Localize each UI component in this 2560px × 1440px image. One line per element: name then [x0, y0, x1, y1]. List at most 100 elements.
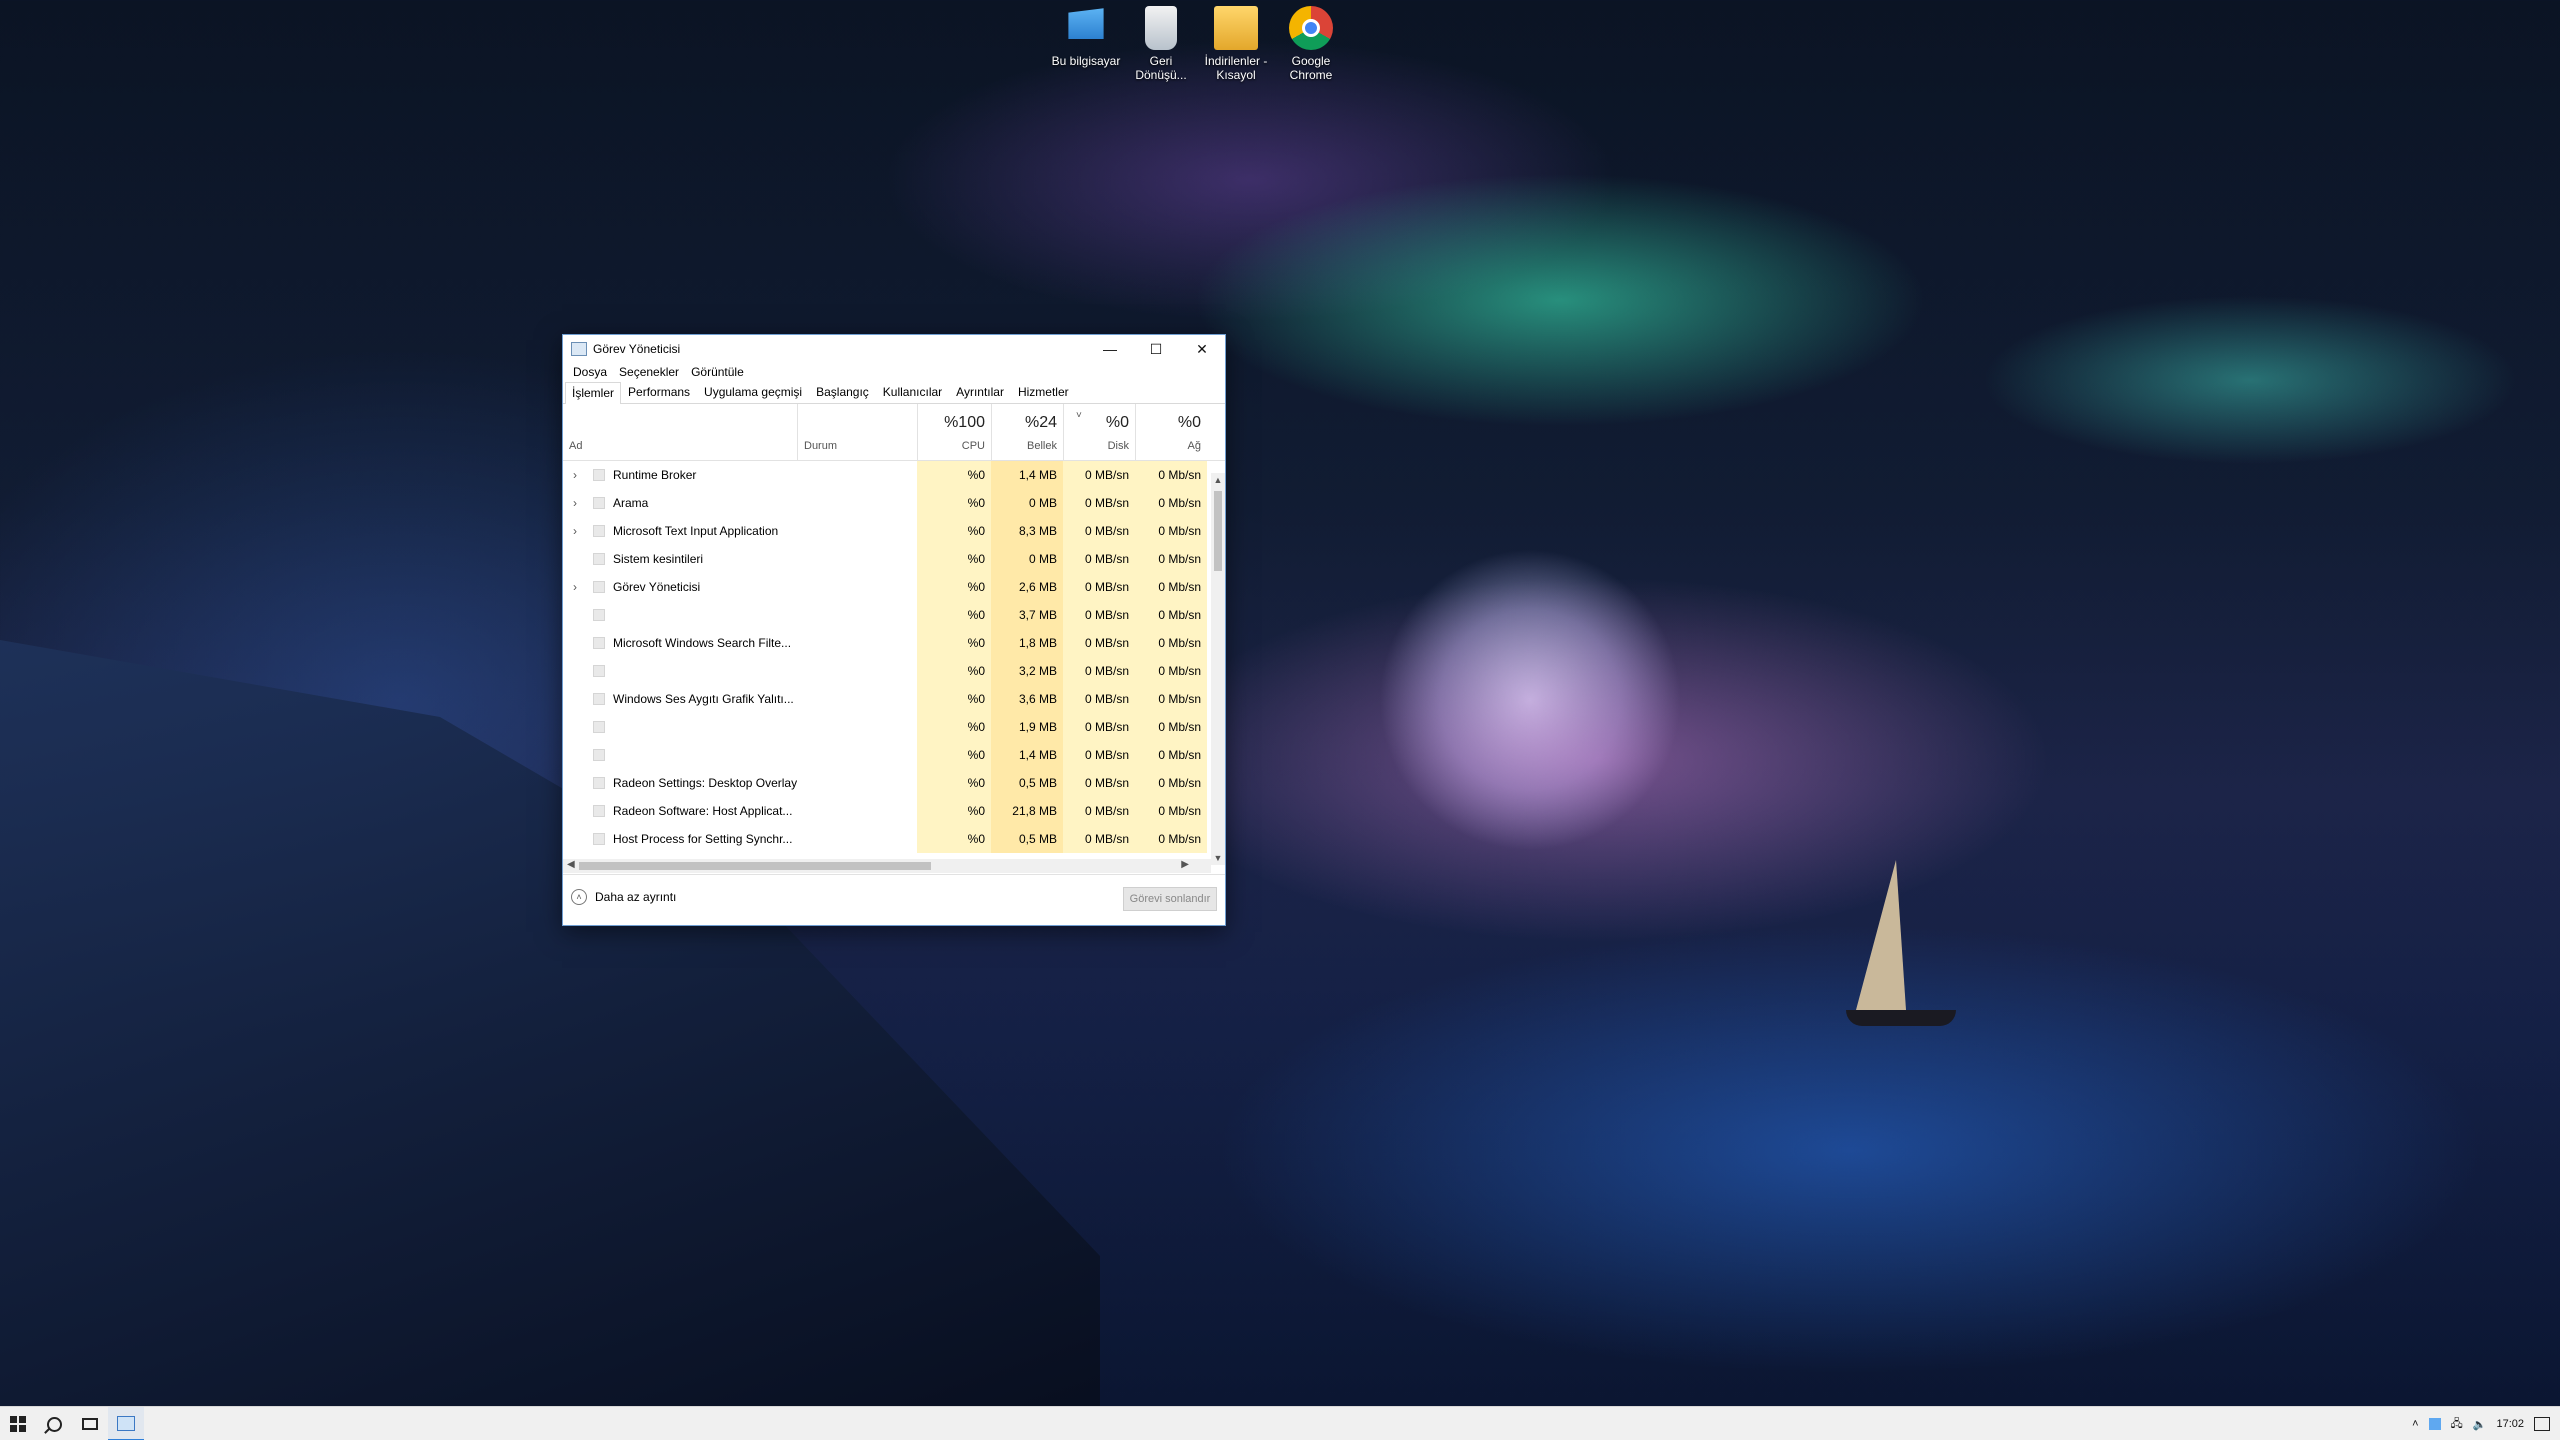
- tab-users[interactable]: Kullanıcılar: [876, 381, 949, 403]
- tab-startup[interactable]: Başlangıç: [809, 381, 876, 403]
- search-button[interactable]: [36, 1407, 72, 1440]
- process-name: Host Process for Setting Synchr...: [613, 832, 793, 846]
- process-memory: 3,6 MB: [991, 685, 1063, 713]
- task-manager-window: Görev Yöneticisi — ☐ ✕ Dosya Seçenekler …: [562, 334, 1226, 926]
- vertical-scroll-thumb[interactable]: [1214, 491, 1222, 571]
- memory-total: %24: [1024, 414, 1057, 431]
- column-cpu[interactable]: %100 CPU: [917, 404, 991, 460]
- process-network: 0 Mb/sn: [1135, 825, 1207, 853]
- column-status-label: Durum: [804, 440, 838, 452]
- column-name[interactable]: Ad: [563, 404, 797, 460]
- desktop-icon-this-pc[interactable]: Bu bilgisayar: [1049, 6, 1123, 68]
- vertical-scrollbar[interactable]: ▲ ▼: [1211, 473, 1225, 865]
- process-memory: 1,4 MB: [991, 741, 1063, 769]
- column-network[interactable]: %0 Ağ: [1135, 404, 1207, 460]
- scroll-down-icon[interactable]: ▼: [1211, 853, 1225, 863]
- process-icon: [593, 497, 605, 509]
- chevron-up-icon[interactable]: ˄: [2412, 1418, 2418, 1430]
- scroll-right-icon[interactable]: ▶: [1181, 859, 1189, 870]
- process-row[interactable]: › Runtime Broker %0 1,4 MB 0 MB/sn 0 Mb/sn: [563, 461, 1225, 489]
- window-footer: ˄ Daha az ayrıntı Görevi sonlandır: [563, 874, 1225, 925]
- process-memory: 1,4 MB: [991, 461, 1063, 489]
- process-row[interactable]: %0 3,7 MB 0 MB/sn 0 Mb/sn: [563, 601, 1225, 629]
- expand-chevron-icon[interactable]: ›: [569, 580, 581, 594]
- column-disk[interactable]: %0 Disk: [1063, 404, 1135, 460]
- process-icon: [593, 637, 605, 649]
- menu-file[interactable]: Dosya: [567, 365, 613, 379]
- volume-icon[interactable]: 🔈: [2473, 1418, 2487, 1431]
- horizontal-scroll-thumb[interactable]: [579, 862, 931, 870]
- clock[interactable]: 17:02: [2496, 1418, 2524, 1430]
- menu-view[interactable]: Görüntüle: [685, 365, 750, 379]
- process-disk: 0 MB/sn: [1063, 797, 1135, 825]
- process-memory: 2,6 MB: [991, 573, 1063, 601]
- column-status[interactable]: Durum: [797, 404, 917, 460]
- fewer-details-button[interactable]: ˄ Daha az ayrıntı: [571, 889, 676, 905]
- process-row[interactable]: Radeon Settings: Desktop Overlay %0 0,5 MB…: [563, 769, 1225, 797]
- process-memory: 3,2 MB: [991, 657, 1063, 685]
- tab-processes[interactable]: İşlemler: [565, 382, 622, 404]
- process-row[interactable]: %0 1,4 MB 0 MB/sn 0 Mb/sn: [563, 741, 1225, 769]
- end-task-button[interactable]: Görevi sonlandır: [1123, 887, 1217, 911]
- desktop-icon-label: İndirilenler - Kısayol: [1204, 54, 1268, 82]
- tab-performance[interactable]: Performans: [621, 381, 697, 403]
- desktop-icon-downloads[interactable]: İndirilenler - Kısayol: [1199, 6, 1273, 82]
- process-row[interactable]: %0 3,2 MB 0 MB/sn 0 Mb/sn: [563, 657, 1225, 685]
- tray-app-icon[interactable]: [2428, 1418, 2441, 1430]
- process-network: 0 Mb/sn: [1135, 657, 1207, 685]
- process-name: Microsoft Text Input Application: [613, 524, 779, 538]
- process-row[interactable]: %0 1,9 MB 0 MB/sn 0 Mb/sn: [563, 713, 1225, 741]
- close-button[interactable]: ✕: [1179, 335, 1225, 363]
- taskbar-task-manager[interactable]: [108, 1407, 144, 1440]
- notification-icon[interactable]: [2534, 1417, 2550, 1431]
- process-cpu: %0: [917, 769, 991, 797]
- process-network: 0 Mb/sn: [1135, 741, 1207, 769]
- start-button[interactable]: [0, 1407, 36, 1440]
- process-cpu: %0: [917, 797, 991, 825]
- process-disk: 0 MB/sn: [1063, 573, 1135, 601]
- process-row[interactable]: › Görev Yöneticisi %0 2,6 MB 0 MB/sn 0 Mb/sn: [563, 573, 1225, 601]
- menu-options[interactable]: Seçenekler: [613, 365, 685, 379]
- scroll-left-icon[interactable]: ◀: [567, 859, 575, 870]
- process-memory: 3,7 MB: [991, 601, 1063, 629]
- expand-chevron-icon[interactable]: ›: [569, 524, 581, 538]
- horizontal-scrollbar[interactable]: ◀ ▶: [563, 859, 1211, 873]
- chevron-up-circle-icon: ˄: [571, 889, 587, 905]
- expand-chevron-icon[interactable]: ›: [569, 468, 581, 482]
- process-row[interactable]: Microsoft Windows Search Filte... %0 1,8 M…: [563, 629, 1225, 657]
- process-memory: 0,5 MB: [991, 825, 1063, 853]
- process-row[interactable]: Sistem kesintileri %0 0 MB 0 MB/sn 0 Mb/sn: [563, 545, 1225, 573]
- process-name: Görev Yöneticisi: [613, 580, 701, 594]
- process-icon: [593, 805, 605, 817]
- process-network: 0 Mb/sn: [1135, 517, 1207, 545]
- maximize-button[interactable]: ☐: [1133, 335, 1179, 363]
- process-icon: [593, 581, 605, 593]
- menu-bar: Dosya Seçenekler Görüntüle: [563, 363, 1225, 381]
- process-row[interactable]: Windows Ses Aygıtı Grafik Yalıtı... %0 3,6…: [563, 685, 1225, 713]
- wallpaper-sailboat-sail: [1856, 860, 1906, 1010]
- network-icon[interactable]: 🖧: [2451, 1415, 2463, 1434]
- process-disk: 0 MB/sn: [1063, 741, 1135, 769]
- process-row[interactable]: Host Process for Setting Synchr... %0 0,5 …: [563, 825, 1225, 853]
- minimize-button[interactable]: —: [1087, 335, 1133, 363]
- tab-services[interactable]: Hizmetler: [1011, 381, 1076, 403]
- task-view-button[interactable]: [72, 1407, 108, 1440]
- process-name: Windows Ses Aygıtı Grafik Yalıtı...: [613, 692, 794, 706]
- process-row[interactable]: Radeon Software: Host Applicat... %0 21,8 …: [563, 797, 1225, 825]
- title-bar[interactable]: Görev Yöneticisi — ☐ ✕: [563, 335, 1225, 363]
- tab-details[interactable]: Ayrıntılar: [949, 381, 1011, 403]
- desktop-icon-chrome[interactable]: Google Chrome: [1274, 6, 1348, 82]
- process-network: 0 Mb/sn: [1135, 545, 1207, 573]
- process-icon: [593, 693, 605, 705]
- process-row[interactable]: › Arama %0 0 MB 0 MB/sn 0 Mb/sn: [563, 489, 1225, 517]
- expand-chevron-icon[interactable]: ›: [569, 496, 581, 510]
- column-memory[interactable]: %24 Bellek: [991, 404, 1063, 460]
- process-row[interactable]: › Microsoft Text Input Application %0 8,3 M…: [563, 517, 1225, 545]
- tab-app-history[interactable]: Uygulama geçmişi: [697, 381, 809, 403]
- desktop-icon-recycle-bin[interactable]: Geri Dönüşü...: [1124, 6, 1198, 82]
- process-cpu: %0: [917, 517, 991, 545]
- task-manager-icon: [571, 342, 587, 356]
- process-disk: 0 MB/sn: [1063, 461, 1135, 489]
- process-name: Radeon Software: Host Applicat...: [613, 804, 793, 818]
- scroll-up-icon[interactable]: ▲: [1211, 475, 1225, 485]
